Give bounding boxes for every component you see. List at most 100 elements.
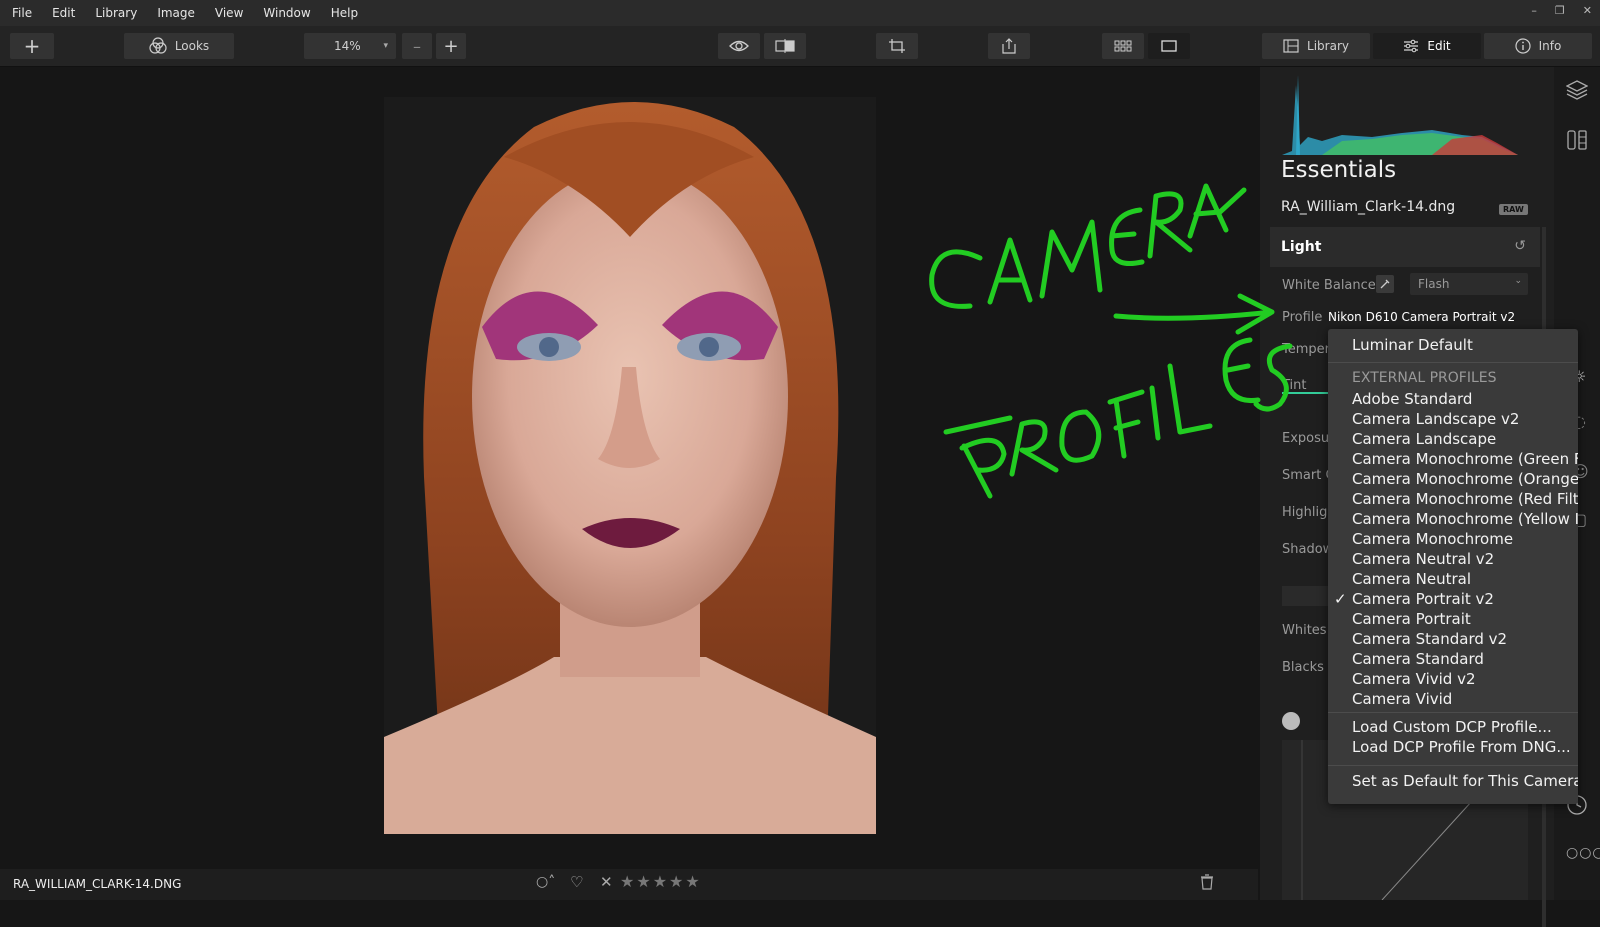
panel-filename: RA_William_Clark-14.dng <box>1281 199 1456 215</box>
zoom-out-button[interactable]: – <box>402 33 432 59</box>
chevron-down-icon: ▾ <box>383 41 388 51</box>
white-balance-select[interactable]: Flash ⌄ <box>1410 273 1528 295</box>
curve-point-toggle[interactable] <box>1282 712 1300 730</box>
slider-label-exposure: Exposur <box>1282 431 1335 446</box>
plus-icon: + <box>443 35 459 57</box>
menu-item-luminar-default[interactable]: Luminar Default <box>1352 336 1473 354</box>
menu-divider <box>1328 362 1578 363</box>
tab-library[interactable]: Library <box>1262 33 1370 59</box>
looks-button[interactable]: Looks <box>124 33 234 59</box>
section-title: Light <box>1281 239 1322 255</box>
crop-icon <box>888 38 906 54</box>
white-balance-label: White Balance <box>1282 278 1376 293</box>
tab-edit[interactable]: Edit <box>1373 33 1481 59</box>
star-rating[interactable]: ★★★★★ <box>620 872 702 891</box>
reject-icon[interactable]: ✕ <box>600 873 613 891</box>
filmstrip-bar: RA_WILLIAM_CLARK-14.DNG ○˄ ♡ ✕ ★★★★★ <box>0 869 1258 900</box>
close-button[interactable]: ✕ <box>1583 4 1592 17</box>
menu-divider <box>1328 765 1578 766</box>
share-icon <box>1002 38 1016 54</box>
histogram <box>1282 75 1518 159</box>
photo-portrait <box>384 97 876 834</box>
menu-library[interactable]: Library <box>95 6 137 20</box>
raw-badge: RAW <box>1499 204 1528 215</box>
heart-icon[interactable]: ♡ <box>570 873 583 891</box>
profile-menu-item[interactable]: Camera Monochrome (Orange <box>1352 470 1578 488</box>
slider-label-smart-contrast: Smart C <box>1282 468 1335 483</box>
profile-menu-item[interactable]: Adobe Standard <box>1352 390 1472 408</box>
profile-menu-item[interactable]: Camera Neutral v2 <box>1352 550 1494 568</box>
single-image-icon <box>1161 40 1177 52</box>
zoom-select[interactable]: 14% ▾ <box>304 33 396 59</box>
grid-icon <box>1114 40 1132 52</box>
profile-select[interactable]: Nikon D610 Camera Portrait v2 <box>1328 310 1515 324</box>
profile-menu-item[interactable]: Camera Monochrome (Green F <box>1352 450 1578 468</box>
menu-file[interactable]: File <box>12 6 32 20</box>
tab-info[interactable]: Info <box>1484 33 1592 59</box>
compare-button[interactable] <box>764 33 806 59</box>
panel-title: Essentials <box>1281 157 1397 183</box>
minimize-button[interactable]: – <box>1531 4 1537 17</box>
profile-menu-item[interactable]: Camera Vivid v2 <box>1352 670 1476 688</box>
profile-menu-item[interactable]: Camera Portrait <box>1352 610 1471 628</box>
menu-window[interactable]: Window <box>263 6 310 20</box>
menu-item-load-dcp-from-dng[interactable]: Load DCP Profile From DNG... <box>1352 738 1571 756</box>
looks-label: Looks <box>174 39 210 53</box>
toolbar: + Looks 14% ▾ – + Library Edit Info <box>0 26 1600 67</box>
menu-item-set-default[interactable]: Set as Default for This Camera <box>1352 772 1578 790</box>
grid-view-button[interactable] <box>1102 33 1144 59</box>
zoom-in-button[interactable]: + <box>436 33 466 59</box>
menu-edit[interactable]: Edit <box>52 6 75 20</box>
preview-toggle-button[interactable] <box>718 33 760 59</box>
window-controls: – ❐ ✕ <box>1531 4 1592 17</box>
canvas-tools-icon[interactable] <box>1566 129 1588 155</box>
layers-icon[interactable] <box>1565 79 1589 105</box>
light-section-header[interactable]: Light ↺ <box>1270 227 1540 267</box>
tab-info-label: Info <box>1538 39 1562 53</box>
profile-menu-item[interactable]: Camera Vivid <box>1352 690 1452 708</box>
profile-menu-item[interactable]: Camera Landscape v2 <box>1352 410 1519 428</box>
color-label-icon[interactable]: ○˄ <box>536 874 555 890</box>
menu-help[interactable]: Help <box>331 6 358 20</box>
split-view-icon <box>775 39 795 53</box>
crop-button[interactable] <box>876 33 918 59</box>
profile-menu-item[interactable]: Camera Landscape <box>1352 430 1496 448</box>
profile-menu-item[interactable]: Camera Monochrome <box>1352 530 1513 548</box>
image-canvas[interactable] <box>0 67 1258 869</box>
library-icon <box>1283 39 1299 53</box>
white-balance-value: Flash <box>1418 277 1450 291</box>
reset-icon[interactable]: ↺ <box>1514 238 1526 254</box>
menu-view[interactable]: View <box>215 6 243 20</box>
looks-icon <box>149 37 167 55</box>
slider-label-tint: Tint <box>1282 378 1307 393</box>
single-view-button[interactable] <box>1148 33 1190 59</box>
chevron-down-icon: ⌄ <box>1514 276 1522 286</box>
profile-menu-item[interactable]: Camera Standard <box>1352 650 1484 668</box>
profile-menu-item[interactable]: Camera Neutral <box>1352 570 1471 588</box>
more-icon[interactable]: ○○○ <box>1566 845 1600 861</box>
share-button[interactable] <box>988 33 1030 59</box>
slider-label-blacks: Blacks <box>1282 660 1324 675</box>
menu-group-header: EXTERNAL PROFILES <box>1352 370 1497 386</box>
sliders-icon <box>1403 39 1419 53</box>
profile-menu-item[interactable]: Camera Portrait v2 <box>1352 590 1494 608</box>
profile-menu-item[interactable]: Camera Monochrome (Red Filt <box>1352 490 1578 508</box>
trash-icon[interactable] <box>1200 874 1214 893</box>
bottom-filename: RA_WILLIAM_CLARK-14.DNG <box>13 877 182 891</box>
profile-label: Profile <box>1282 310 1323 325</box>
menu-divider <box>1328 712 1578 713</box>
eyedropper-icon[interactable] <box>1376 275 1394 293</box>
menu-image[interactable]: Image <box>157 6 195 20</box>
profile-menu-item[interactable]: Camera Standard v2 <box>1352 630 1507 648</box>
zoom-value: 14% <box>334 39 361 53</box>
profile-menu-item[interactable]: Camera Monochrome (Yellow I <box>1352 510 1578 528</box>
tab-library-label: Library <box>1307 39 1349 53</box>
restore-button[interactable]: ❐ <box>1555 4 1565 17</box>
menu-bar: File Edit Library Image View Window Help… <box>0 0 1600 26</box>
tab-edit-label: Edit <box>1427 39 1451 53</box>
tint-slider[interactable] <box>1282 392 1332 394</box>
slider-label-shadows: Shadow <box>1282 542 1334 557</box>
menu-item-load-custom-dcp[interactable]: Load Custom DCP Profile... <box>1352 718 1552 736</box>
add-button[interactable]: + <box>10 33 54 59</box>
info-icon <box>1515 38 1531 54</box>
